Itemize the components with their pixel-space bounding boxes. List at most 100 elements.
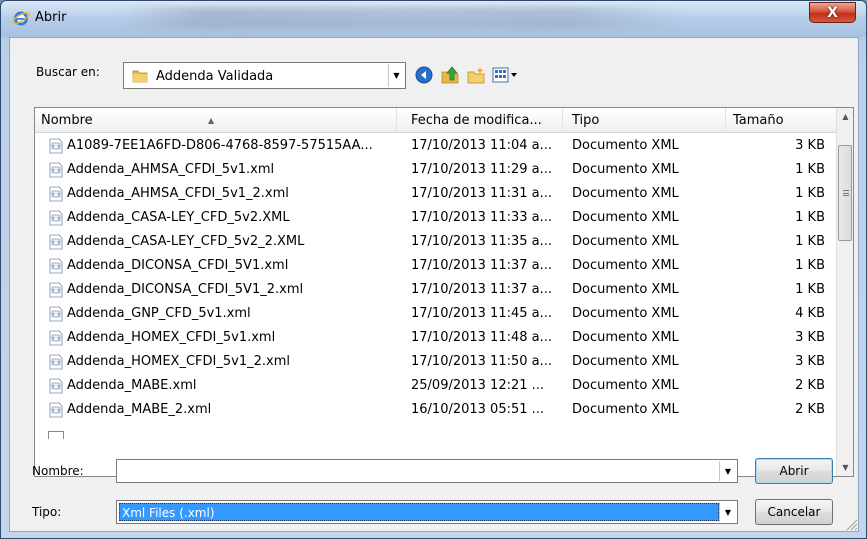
open-button[interactable]: Abrir [755,458,833,484]
file-name: Addenda_DICONSA_CFDI_5V1_2.xml [67,282,304,297]
xml-file-icon [49,306,63,322]
title-bar[interactable]: Abrir X [1,1,866,37]
scroll-down-icon[interactable]: ▼ [837,459,853,476]
table-row-partial [35,429,838,439]
xml-file-icon [49,210,63,226]
vertical-scrollbar[interactable]: ▲ ▼ [836,108,853,476]
file-type: Documento XML [572,210,679,225]
look-in-dropdown-button[interactable]: ▼ [388,64,404,87]
dialog-client-area: Buscar en: Addenda Validada ▼ Nombre ▲ F… [9,37,859,532]
file-size: 1 KB [795,186,825,201]
file-date: 17/10/2013 11:29 a... [411,162,553,177]
column-header-name[interactable]: Nombre ▲ [35,108,397,133]
file-date: 17/10/2013 11:48 a... [411,330,553,345]
back-icon [415,66,433,84]
xml-file-icon [49,234,63,250]
ie-icon [12,11,30,26]
file-type: Documento XML [572,138,679,153]
table-row[interactable]: Addenda_CASA-LEY_CFD_5v2_2.XML 17/10/201… [35,231,838,253]
table-row[interactable]: A1089-7EE1A6FD-D806-4768-8597-57515AA...… [35,135,838,157]
table-row[interactable]: Addenda_MABE_2.xml 16/10/2013 05:51 ... … [35,399,838,421]
chevron-down-icon: ▼ [724,507,732,517]
file-type: Documento XML [572,234,679,249]
column-header-size[interactable]: Tamaño [727,108,838,133]
file-type: Documento XML [572,186,679,201]
file-date: 17/10/2013 11:33 a... [411,210,553,225]
sort-ascending-icon: ▲ [208,116,215,125]
file-type: Documento XML [572,378,679,393]
file-name: Addenda_CASA-LEY_CFD_5v2.XML [67,210,290,225]
file-type: Documento XML [572,282,679,297]
list-header: Nombre ▲ Fecha de modifica... Tipo Tamañ… [35,108,838,133]
xml-file-icon [49,402,63,418]
file-size: 3 KB [795,138,825,153]
table-row[interactable]: Addenda_HOMEX_CFDI_5v1.xml 17/10/2013 11… [35,327,838,349]
file-size: 2 KB [795,402,825,417]
window-title: Abrir [35,10,67,25]
look-in-combo[interactable]: Addenda Validada ▼ [123,62,406,89]
title-bar-blur [121,7,681,29]
back-button[interactable] [413,64,435,86]
file-type: Documento XML [572,162,679,177]
cancel-button[interactable]: Cancelar [755,499,833,525]
file-name: Addenda_GNP_CFD_5v1.xml [67,306,251,321]
views-menu-button[interactable] [491,64,521,86]
up-folder-button[interactable] [439,64,461,86]
table-row[interactable]: Addenda_CASA-LEY_CFD_5v2.XML 17/10/2013 … [35,207,838,229]
table-row[interactable]: Addenda_HOMEX_CFDI_5v1_2.xml 17/10/2013 … [35,351,838,373]
xml-file-icon [49,258,63,274]
filename-input[interactable]: ▼ [116,459,738,483]
scrollbar-thumb[interactable] [838,145,852,241]
chevron-down-icon: ▼ [724,466,732,476]
table-row[interactable]: Addenda_GNP_CFD_5v1.xml 17/10/2013 11:45… [35,303,838,325]
file-name: Addenda_CASA-LEY_CFD_5v2_2.XML [67,234,305,249]
table-row[interactable]: Addenda_DICONSA_CFDI_5V1_2.xml 17/10/201… [35,279,838,301]
file-list[interactable]: Nombre ▲ Fecha de modifica... Tipo Tamañ… [34,107,854,477]
file-size: 1 KB [795,258,825,273]
file-date: 17/10/2013 11:37 a... [411,282,553,297]
table-row[interactable]: Addenda_MABE.xml 25/09/2013 12:21 ... Do… [35,375,838,397]
chevron-down-icon: ▼ [393,71,400,80]
column-header-type[interactable]: Tipo [566,108,726,133]
file-size: 2 KB [795,378,825,393]
table-row[interactable]: Addenda_DICONSA_CFDI_5V1.xml 17/10/2013 … [35,255,838,277]
file-date: 17/10/2013 11:37 a... [411,258,553,273]
xml-file-icon [49,378,63,394]
open-dialog-window: Abrir X Buscar en: Addenda Validada ▼ No… [0,0,867,539]
file-name: Addenda_HOMEX_CFDI_5v1.xml [67,330,276,345]
file-name: Addenda_HOMEX_CFDI_5v1_2.xml [67,354,290,369]
filetype-dropdown-button[interactable]: ▼ [719,502,736,522]
file-date: 17/10/2013 11:31 a... [411,186,553,201]
folder-icon [132,70,148,83]
new-folder-button[interactable] [465,64,487,86]
xml-file-icon [49,330,63,346]
table-row[interactable]: Addenda_AHMSA_CFDI_5v1_2.xml 17/10/2013 … [35,183,838,205]
table-row[interactable]: Addenda_AHMSA_CFDI_5v1.xml 17/10/2013 11… [35,159,838,181]
close-icon: X [827,4,838,21]
file-name: A1089-7EE1A6FD-D806-4768-8597-57515AA... [67,138,373,153]
file-type: Documento XML [572,258,679,273]
xml-file-icon [49,282,63,298]
filetype-select[interactable]: Xml Files (.xml) ▼ [116,500,738,524]
file-type: Documento XML [572,306,679,321]
file-size: 4 KB [795,306,825,321]
look-in-value: Addenda Validada [156,69,274,84]
file-size: 3 KB [795,330,825,345]
scroll-up-icon[interactable]: ▲ [837,108,853,125]
xml-file-icon [48,431,64,439]
resize-grip-icon[interactable] [844,517,858,531]
filename-dropdown-button[interactable]: ▼ [719,461,736,481]
up-folder-icon [441,66,459,84]
file-name: Addenda_MABE.xml [67,378,197,393]
file-size: 3 KB [795,354,825,369]
file-name: Addenda_DICONSA_CFDI_5V1.xml [67,258,289,273]
column-header-date[interactable]: Fecha de modifica... [405,108,563,133]
file-date: 17/10/2013 11:04 a... [411,138,553,153]
file-date: 17/10/2013 11:45 a... [411,306,553,321]
xml-file-icon [49,186,63,202]
file-date: 17/10/2013 11:50 a... [411,354,553,369]
new-folder-icon [467,67,485,84]
look-in-label: Buscar en: [36,65,100,79]
close-button[interactable]: X [809,2,856,23]
file-size: 1 KB [795,162,825,177]
